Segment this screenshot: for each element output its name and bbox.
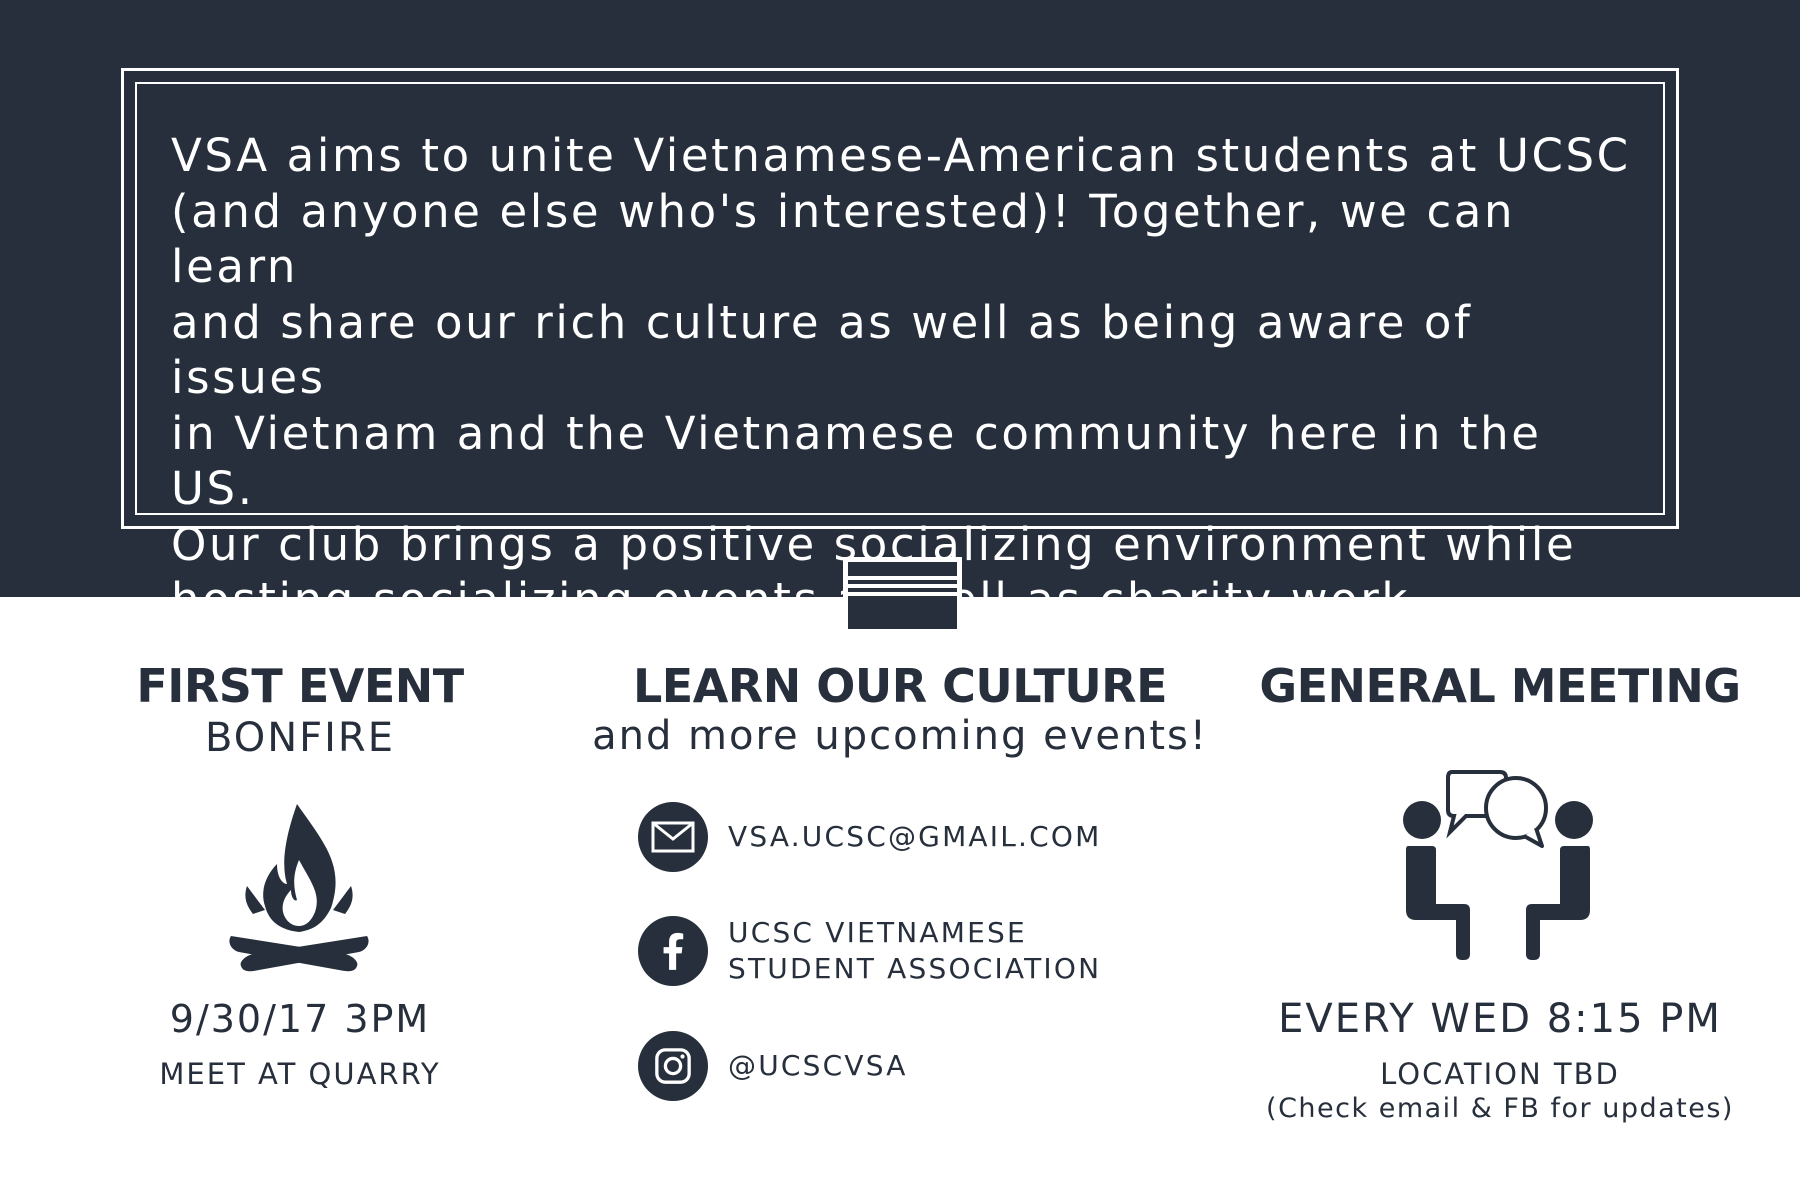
mission-statement: VSA aims to unite Vietnamese-American st…: [171, 128, 1641, 628]
instagram-handle[interactable]: @UCSCVSA: [728, 1048, 908, 1084]
first-event-location: MEET AT QUARRY: [159, 1057, 441, 1091]
mission-line: hosting socializing events as well as ch…: [171, 573, 1427, 626]
email-icon: [638, 802, 708, 872]
mission-line: and share our rich culture as well as be…: [171, 295, 1473, 405]
instagram-contact[interactable]: @UCSCVSA: [638, 1031, 908, 1101]
general-meeting-details: EVERY WED 8:15 PM LOCATION TBD (Check em…: [1220, 994, 1780, 1126]
first-event-heading: FIRST EVENT: [136, 659, 464, 713]
campfire-icon: [229, 804, 369, 972]
facebook-contact[interactable]: UCSC VIETNAMESE STUDENT ASSOCIATION: [638, 915, 1101, 987]
meeting-location: LOCATION TBD: [1380, 1057, 1620, 1091]
facebook-name-line: STUDENT ASSOCIATION: [728, 952, 1102, 985]
facebook-icon: [638, 916, 708, 986]
email-contact[interactable]: VSA.UCSC@GMAIL.COM: [638, 802, 1102, 872]
facebook-name-line: UCSC VIETNAMESE: [728, 916, 1027, 949]
mission-line: in Vietnam and the Vietnamese community …: [171, 406, 1542, 516]
first-event-datetime: 9/30/17 3PM: [169, 997, 431, 1041]
meeting-schedule: EVERY WED 8:15 PM: [1278, 996, 1722, 1042]
culture-subtitle: and more upcoming events!: [592, 713, 1208, 759]
facebook-name[interactable]: UCSC VIETNAMESE STUDENT ASSOCIATION: [728, 915, 1101, 987]
first-event-section: FIRST EVENT BONFIRE: [100, 660, 500, 762]
general-meeting-heading: GENERAL MEETING: [1259, 659, 1741, 713]
instagram-icon: [638, 1031, 708, 1101]
conversation-icon: [1403, 770, 1593, 960]
culture-heading: LEARN OUR CULTURE: [632, 659, 1168, 713]
general-meeting-section: GENERAL MEETING: [1220, 660, 1780, 712]
first-event-details: 9/30/17 3PM MEET AT QUARRY: [80, 994, 520, 1092]
section-divider-ornament: [843, 557, 962, 634]
mission-line: (and anyone else who's interested)! Toge…: [171, 184, 1516, 294]
meeting-note: (Check email & FB for updates): [1266, 1093, 1734, 1124]
culture-section: LEARN OUR CULTURE and more upcoming even…: [560, 660, 1240, 760]
email-address[interactable]: VSA.UCSC@GMAIL.COM: [728, 819, 1102, 855]
first-event-subtitle: BONFIRE: [204, 715, 395, 761]
mission-line: VSA aims to unite Vietnamese-American st…: [171, 129, 1631, 182]
